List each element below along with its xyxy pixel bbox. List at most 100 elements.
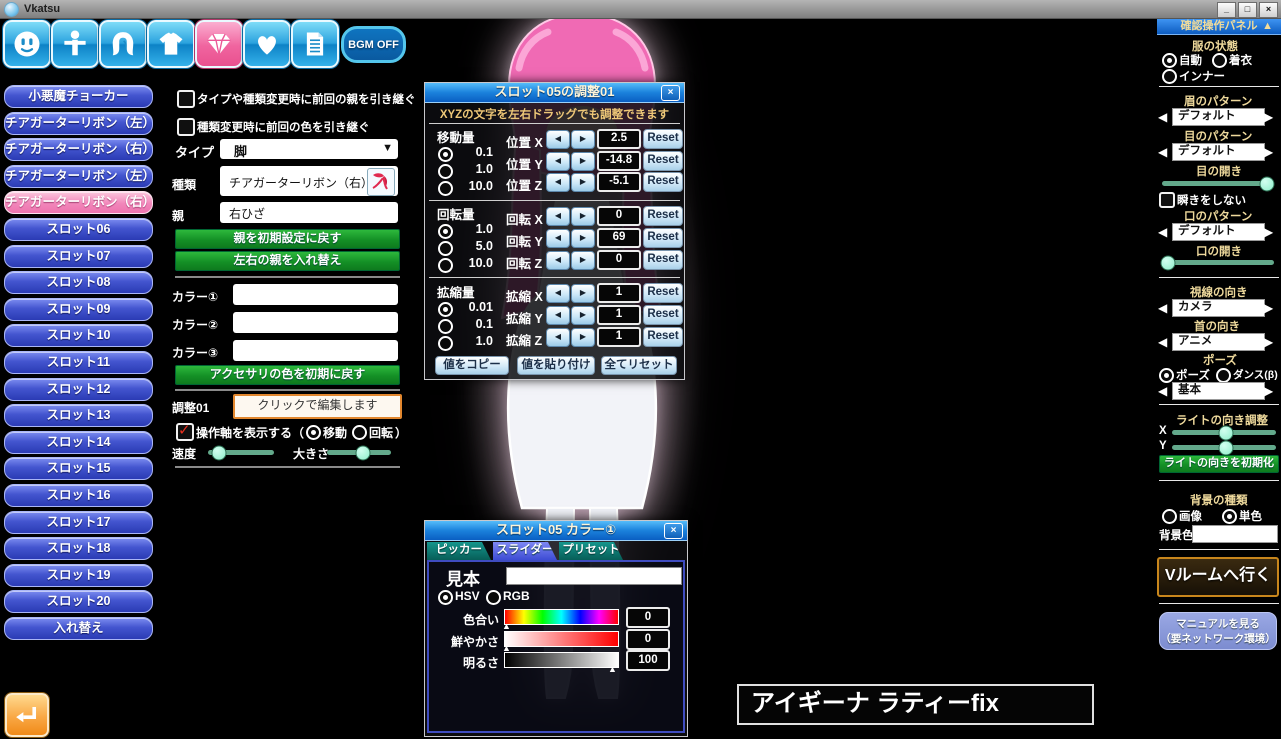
speed-slider[interactable] (208, 450, 274, 455)
slot-button-20[interactable]: スロット20 (4, 590, 153, 613)
bg-color-swatch[interactable] (1192, 525, 1278, 543)
bgm-toggle-button[interactable]: BGM OFF (341, 26, 406, 63)
face-tab-button[interactable] (3, 20, 51, 68)
color-dialog-title[interactable]: スロット05 カラー① (425, 521, 687, 541)
hair-tab-button[interactable] (99, 20, 147, 68)
move-step-radio-2[interactable] (438, 181, 453, 196)
confirm-panel-header[interactable]: 確認操作パネル ▲ (1157, 19, 1281, 35)
scale-z-increment-button[interactable]: ▶ (571, 328, 595, 347)
inherit-color-checkbox[interactable] (177, 118, 195, 136)
hsv-radio[interactable] (438, 590, 453, 605)
rot-x-value[interactable]: 0 (597, 206, 641, 226)
slot-button-16[interactable]: スロット16 (4, 484, 153, 507)
pos-x-reset-button[interactable]: Reset (643, 129, 683, 149)
pos-y-decrement-button[interactable]: ◀ (546, 152, 570, 171)
slot-button-12[interactable]: スロット12 (4, 378, 153, 401)
pos-z-decrement-button[interactable]: ◀ (546, 173, 570, 192)
rot-z-increment-button[interactable]: ▶ (571, 251, 595, 270)
light-x-slider[interactable] (1172, 430, 1276, 435)
slot-button-08[interactable]: スロット08 (4, 271, 153, 294)
rot-y-reset-button[interactable]: Reset (643, 228, 683, 248)
pos-x-value[interactable]: 2.5 (597, 129, 641, 149)
slot-button-19[interactable]: スロット19 (4, 564, 153, 587)
axis-move-radio[interactable] (306, 425, 321, 440)
reset-all-button[interactable]: 全てリセット (601, 356, 677, 375)
brow-prev-button[interactable]: ◀ (1158, 110, 1167, 124)
slot-button-05-selected[interactable]: チアガーターリボン（右） (4, 191, 153, 214)
light-y-slider[interactable] (1172, 445, 1276, 450)
pos-y-label[interactable]: 位置 Y (506, 154, 543, 173)
speed-slider-thumb[interactable] (211, 445, 226, 460)
mouth-pattern-select[interactable]: デフォルト (1172, 223, 1265, 241)
slot-button-15[interactable]: スロット15 (4, 457, 153, 480)
clothes-auto-radio[interactable] (1162, 53, 1177, 68)
color3-swatch[interactable] (233, 340, 398, 361)
pos-x-increment-button[interactable]: ▶ (571, 130, 595, 149)
rot-y-label[interactable]: 回転 Y (506, 231, 543, 250)
collapse-icon[interactable]: ▲ (1262, 19, 1273, 33)
light-x-slider-thumb[interactable] (1219, 425, 1234, 440)
light-y-slider-thumb[interactable] (1219, 440, 1234, 455)
ribbon-thumbnail-icon[interactable] (367, 168, 395, 196)
scale-x-reset-button[interactable]: Reset (643, 283, 683, 303)
mouth-next-button[interactable]: ▶ (1264, 225, 1273, 239)
scale-y-value[interactable]: 1 (597, 305, 641, 325)
accessory-tab-button[interactable] (195, 20, 243, 68)
rot-step-radio-0[interactable] (438, 224, 453, 239)
rot-z-label[interactable]: 回転 Z (506, 253, 542, 272)
scale-y-increment-button[interactable]: ▶ (571, 306, 595, 325)
maximize-button[interactable]: □ (1238, 2, 1257, 18)
scale-y-decrement-button[interactable]: ◀ (546, 306, 570, 325)
color1-swatch[interactable] (233, 284, 398, 305)
rot-step-radio-2[interactable] (438, 258, 453, 273)
pos-z-label[interactable]: 位置 Z (506, 175, 542, 194)
dance-radio[interactable] (1216, 368, 1231, 383)
rot-x-decrement-button[interactable]: ◀ (546, 207, 570, 226)
saturation-slider[interactable]: ▲ (504, 631, 619, 647)
size-slider[interactable] (327, 450, 391, 455)
brightness-slider-thumb[interactable]: ▲ (608, 664, 617, 674)
go-to-vroom-button[interactable]: Vルームへ行く (1157, 557, 1279, 597)
slot-button-02[interactable]: チアガーターリボン（左） (4, 112, 153, 135)
body-tab-button[interactable] (51, 20, 99, 68)
pos-y-value[interactable]: -14.8 (597, 151, 641, 171)
slot-button-18[interactable]: スロット18 (4, 537, 153, 560)
bg-solid-radio[interactable] (1222, 509, 1237, 524)
slot-button-11[interactable]: スロット11 (4, 351, 153, 374)
brow-next-button[interactable]: ▶ (1264, 110, 1273, 124)
mouth-open-slider[interactable] (1162, 260, 1274, 265)
pos-x-decrement-button[interactable]: ◀ (546, 130, 570, 149)
tab-preset[interactable]: プリセット (559, 542, 623, 560)
slot-button-04[interactable]: チアガーターリボン（左） (4, 165, 153, 188)
size-slider-thumb[interactable] (355, 445, 370, 460)
scale-z-reset-button[interactable]: Reset (643, 327, 683, 347)
close-button[interactable]: × (1259, 2, 1278, 18)
brow-pattern-select[interactable]: デフォルト (1172, 108, 1265, 126)
scale-step-radio-1[interactable] (438, 319, 453, 334)
neck-prev-button[interactable]: ◀ (1158, 335, 1167, 349)
eye-open-slider[interactable] (1162, 181, 1274, 186)
color-dialog-close-button[interactable]: × (664, 523, 683, 539)
inherit-parent-checkbox[interactable] (177, 90, 195, 108)
pose-prev-button[interactable]: ◀ (1158, 384, 1167, 398)
rot-step-radio-1[interactable] (438, 241, 453, 256)
scale-x-label[interactable]: 拡縮 X (506, 286, 543, 305)
mouth-prev-button[interactable]: ◀ (1158, 225, 1167, 239)
gaze-next-button[interactable]: ▶ (1264, 301, 1273, 315)
reset-accessory-colors-button[interactable]: アクセサリの色を初期に戻す (175, 365, 400, 385)
swap-parent-button[interactable]: 左右の親を入れ替え (175, 251, 400, 271)
light-reset-button[interactable]: ライトの向きを初期化 (1159, 455, 1279, 473)
scale-x-increment-button[interactable]: ▶ (571, 284, 595, 303)
slot-button-09[interactable]: スロット09 (4, 298, 153, 321)
show-axis-checkbox[interactable]: ✓ (176, 423, 194, 441)
favorites-tab-button[interactable] (243, 20, 291, 68)
color2-swatch[interactable] (233, 312, 398, 333)
mouth-open-slider-thumb[interactable] (1160, 255, 1175, 270)
clothes-tab-button[interactable] (147, 20, 195, 68)
parent-field[interactable]: 右ひざ (220, 202, 398, 223)
rot-y-value[interactable]: 69 (597, 228, 641, 248)
pos-y-reset-button[interactable]: Reset (643, 151, 683, 171)
reset-parent-button[interactable]: 親を初期設定に戻す (175, 229, 400, 249)
rot-x-label[interactable]: 回転 X (506, 209, 543, 228)
view-manual-button[interactable]: マニュアルを見る （要ネットワーク環境） (1159, 612, 1277, 650)
